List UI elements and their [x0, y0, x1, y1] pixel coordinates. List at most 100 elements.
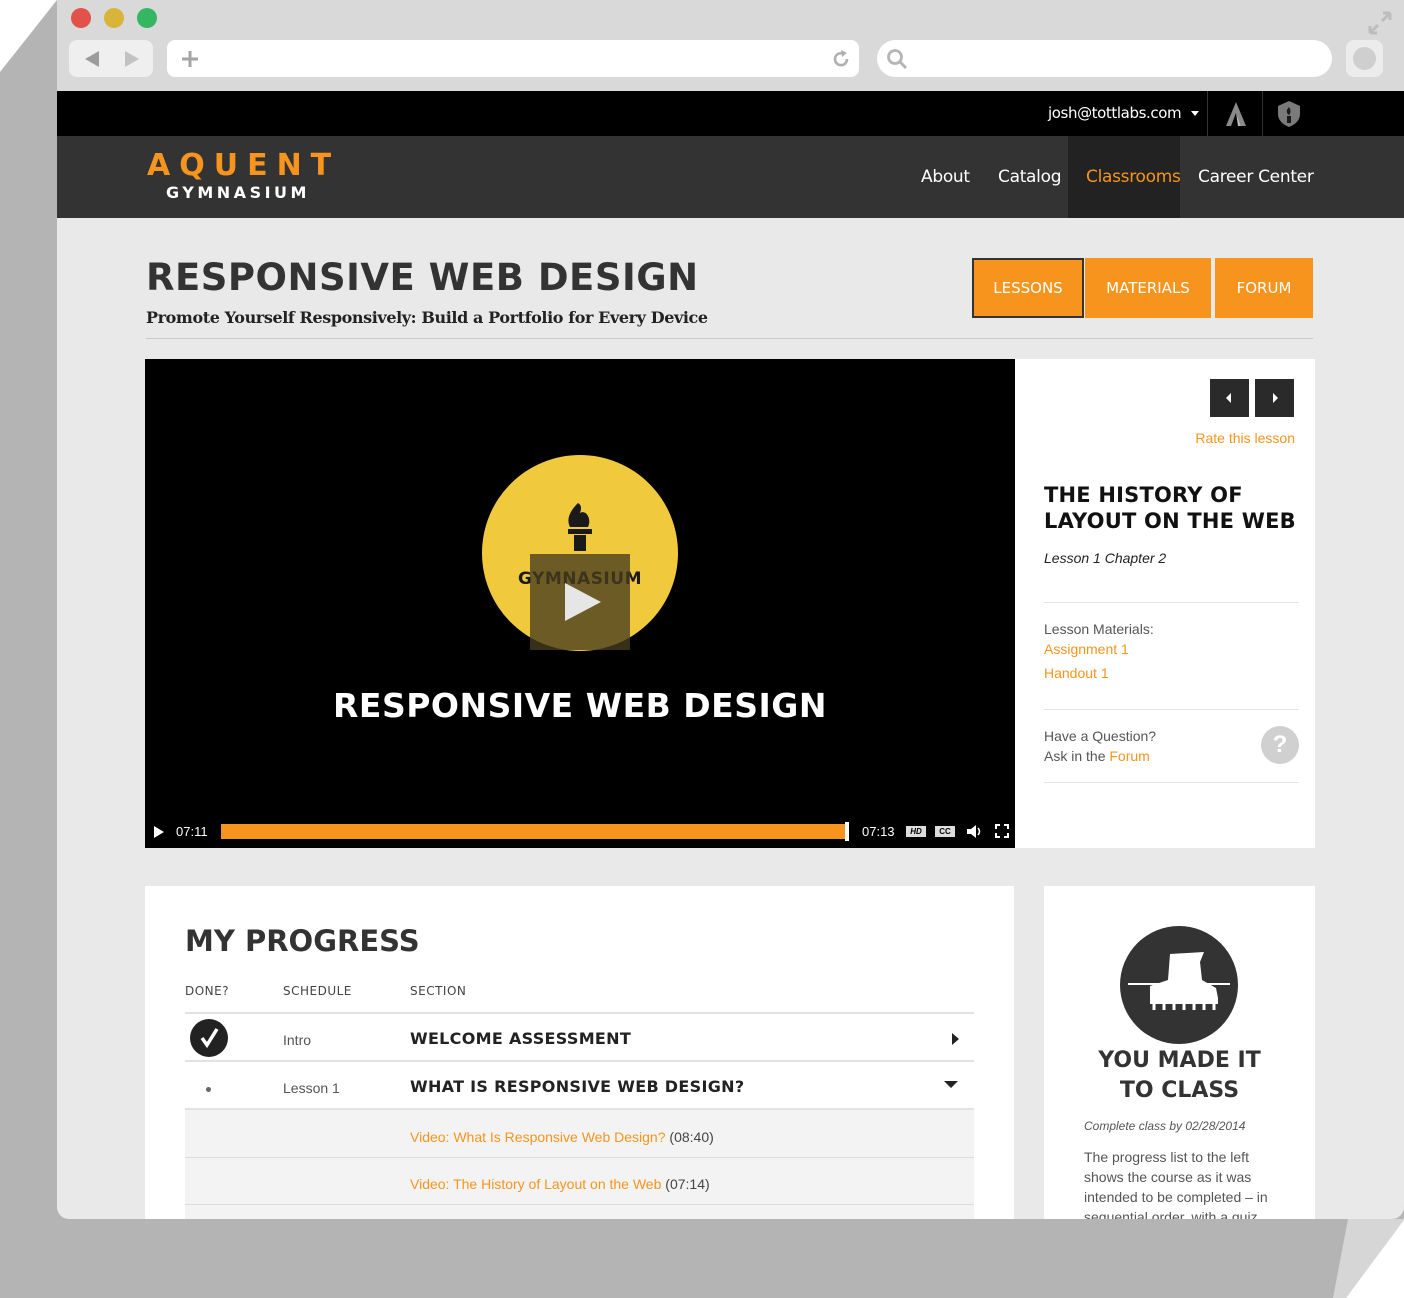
lesson-title-line1: THE HISTORY OF [1044, 483, 1243, 507]
main-nav: AQUENT GYMNASIUM About Catalog Classroom… [57, 136, 1404, 218]
play-button[interactable] [530, 554, 630, 650]
table-row[interactable]: Intro WELCOME ASSESSMENT [185, 1014, 974, 1061]
reload-icon[interactable] [831, 49, 851, 69]
question-label: Have a Question? [1044, 728, 1157, 744]
seek-handle[interactable] [845, 822, 849, 841]
address-bar[interactable] [167, 40, 859, 77]
lesson-chapter: Lesson 1 Chapter 2 [1044, 550, 1167, 566]
progress-title: MY PROGRESS [185, 924, 420, 958]
extension-button[interactable] [1346, 40, 1383, 77]
next-lesson-button[interactable] [1255, 379, 1294, 417]
ask-prefix: Ask in the [1044, 748, 1110, 764]
materials-label: Lesson Materials: [1044, 621, 1154, 637]
chevron-left-icon [1226, 393, 1231, 403]
seek-progress [221, 824, 846, 839]
sub-item: Video: What Is Responsive Web Design? (0… [410, 1129, 714, 1145]
browser-toolbar [57, 0, 1404, 91]
row-section: WELCOME ASSESSMENT [410, 1029, 632, 1048]
divider [185, 1204, 974, 1205]
history-nav [69, 40, 153, 77]
lesson-title: THE HISTORY OF LAYOUT ON THE WEB [1044, 482, 1296, 534]
fullscreen-icon[interactable] [1367, 10, 1393, 36]
body-line: intended to be completed – in [1084, 1189, 1268, 1205]
aquent-logo-icon[interactable] [1224, 101, 1248, 127]
badge-due-date: Complete class by 02/28/2014 [1084, 1119, 1246, 1133]
nav-item-career-center[interactable]: Career Center [1198, 136, 1314, 218]
badge-title-line1: YOU MADE IT [1098, 1048, 1261, 1073]
volume-icon[interactable] [966, 824, 984, 839]
video-link[interactable]: Video: The History of Layout on the Web [410, 1176, 661, 1192]
row-schedule: Intro [283, 1032, 312, 1048]
divider [185, 1157, 974, 1158]
close-window-button[interactable] [71, 8, 91, 28]
seek-bar[interactable] [221, 822, 849, 841]
lesson-panel: Rate this lesson THE HISTORY OF LAYOUT O… [1015, 359, 1315, 848]
video-duration: (08:40) [669, 1129, 714, 1145]
sub-item: Video: The History of Layout on the Web … [410, 1176, 710, 1192]
tab-forum[interactable]: FORUM [1215, 258, 1313, 318]
current-time: 07:11 [176, 824, 208, 839]
fullscreen-video-icon[interactable] [995, 824, 1009, 838]
play-icon [565, 583, 601, 621]
body-line: shows the course as it was [1084, 1169, 1252, 1185]
divider [1044, 709, 1299, 710]
bullet-icon [206, 1087, 211, 1092]
body-line: sequential order, with a quiz [1084, 1209, 1258, 1219]
user-menu[interactable]: josh@tottlabs.com [1048, 91, 1199, 136]
site-logo[interactable]: AQUENT GYMNASIUM [147, 148, 331, 208]
nav-item-catalog[interactable]: Catalog [998, 136, 1061, 218]
badge-title: YOU MADE IT TO CLASS [1044, 1046, 1315, 1106]
account-bar: josh@tottlabs.com [57, 91, 1404, 136]
course-subtitle: Promote Yourself Responsively: Build a P… [146, 308, 708, 327]
video-link[interactable]: Video: What Is Responsive Web Design? [410, 1129, 666, 1145]
chevron-right-icon[interactable] [952, 1033, 959, 1045]
back-icon[interactable] [85, 51, 99, 67]
video-player[interactable]: GYMNASIUM RESPONSIVE WEB DESIGN 07:11 07… [145, 359, 1015, 848]
badge-body: The progress list to the left shows the … [1084, 1147, 1268, 1219]
search-icon [887, 49, 908, 70]
tab-lessons[interactable]: LESSONS [972, 258, 1084, 318]
search-bar[interactable] [877, 40, 1332, 77]
table-row[interactable]: Lesson 1 WHAT IS RESPONSIVE WEB DESIGN? [185, 1062, 974, 1109]
video-title: RESPONSIVE WEB DESIGN [333, 686, 827, 725]
logo-aquent: AQUENT [147, 148, 341, 183]
maximize-window-button[interactable] [137, 8, 157, 28]
assignment-link[interactable]: Assignment 1 [1044, 641, 1129, 657]
row-schedule: Lesson 1 [283, 1080, 340, 1096]
nav-item-classrooms[interactable]: Classrooms [1086, 136, 1181, 218]
browser-window: josh@tottlabs.com AQUENT GYMNASIUM About… [57, 0, 1404, 1219]
badge-title-line2: TO CLASS [1119, 1078, 1240, 1103]
chevron-down-icon[interactable] [944, 1081, 958, 1088]
video-duration: (07:14) [665, 1176, 710, 1192]
boot-icon [1120, 926, 1238, 1044]
divider [1207, 91, 1208, 136]
handout-link[interactable]: Handout 1 [1044, 665, 1109, 681]
hd-toggle[interactable]: HD [906, 826, 926, 837]
new-tab-icon[interactable] [181, 50, 199, 68]
header-divider [146, 338, 1313, 339]
total-time: 07:13 [862, 824, 895, 839]
play-small-icon[interactable] [153, 825, 165, 839]
minimize-window-button[interactable] [104, 8, 124, 28]
user-email: josh@tottlabs.com [1048, 104, 1182, 122]
cc-toggle[interactable]: CC [935, 826, 955, 837]
lesson-title-line2: LAYOUT ON THE WEB [1044, 509, 1296, 533]
forum-link[interactable]: Forum [1109, 748, 1149, 764]
course-title: RESPONSIVE WEB DESIGN [146, 256, 699, 299]
gymnasium-shield-icon[interactable] [1276, 100, 1302, 128]
help-icon[interactable]: ? [1261, 726, 1299, 764]
chevron-right-icon [1273, 393, 1278, 403]
col-schedule: SCHEDULE [283, 984, 352, 998]
profile-icon [1353, 47, 1376, 70]
divider [1044, 782, 1299, 783]
col-done: DONE? [185, 984, 230, 998]
prev-lesson-button[interactable] [1210, 379, 1249, 417]
row-section: WHAT IS RESPONSIVE WEB DESIGN? [410, 1077, 745, 1096]
rate-lesson-link[interactable]: Rate this lesson [1195, 430, 1295, 446]
body-line: The progress list to the left [1084, 1149, 1249, 1165]
caret-down-icon [1190, 111, 1199, 116]
tab-materials[interactable]: MATERIALS [1085, 258, 1211, 318]
nav-item-about[interactable]: About [921, 136, 970, 218]
forward-icon[interactable] [125, 51, 139, 67]
check-icon [190, 1019, 228, 1057]
